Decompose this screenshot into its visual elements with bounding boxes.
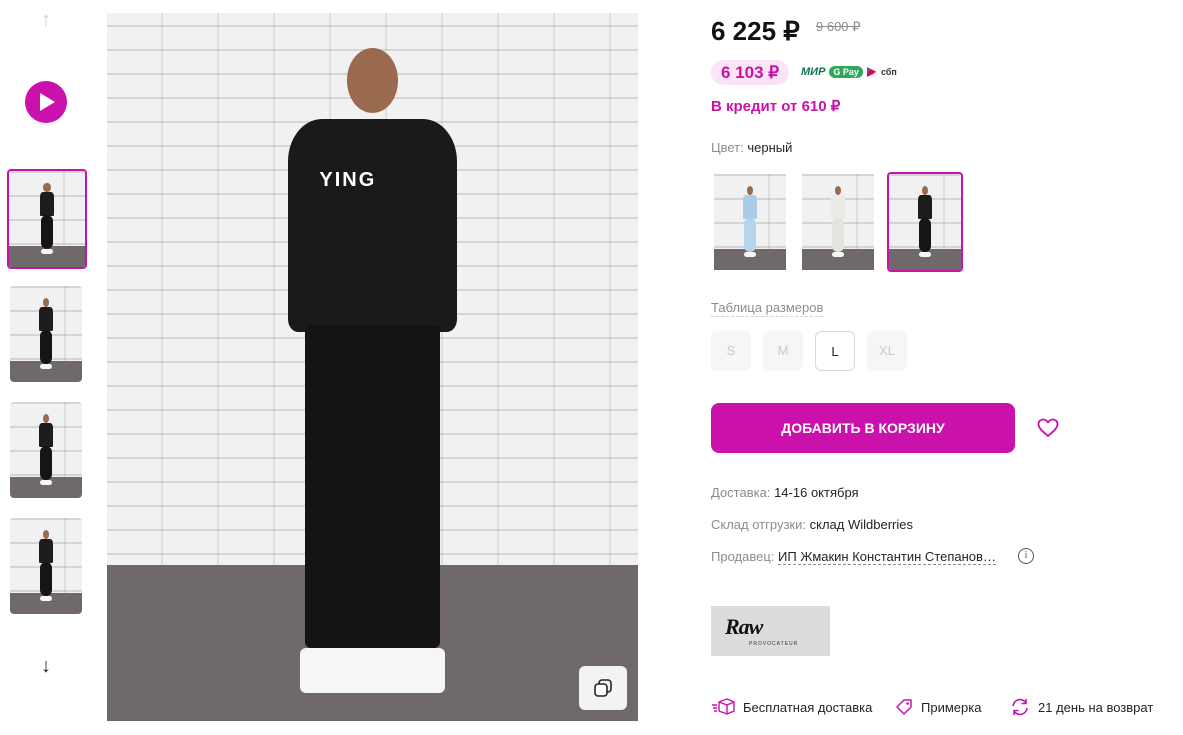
- copy-icon: [594, 679, 612, 697]
- feature-free-delivery[interactable]: Бесплатная доставка: [711, 698, 872, 716]
- color-variant-light-blue[interactable]: [714, 174, 786, 270]
- size-l[interactable]: L: [815, 331, 855, 371]
- tag-icon: [896, 699, 912, 715]
- feature-free-delivery-label: Бесплатная доставка: [743, 699, 873, 715]
- warehouse-value: склад Wildberries: [809, 517, 913, 532]
- size-xl[interactable]: XL: [867, 331, 907, 371]
- size-table-link[interactable]: Таблица размеров: [711, 300, 824, 317]
- return-icon: [1012, 698, 1028, 716]
- payment-icons: МИР G Pay сбп: [801, 66, 897, 78]
- delivery-label: Доставка:: [711, 485, 771, 500]
- arrow-up-icon[interactable]: ↑: [34, 8, 58, 32]
- old-price: 9 600 ₽: [816, 19, 861, 34]
- brand-logo-subtext: PROVOCATEUR: [749, 641, 799, 647]
- thumbnail-1[interactable]: [7, 169, 87, 269]
- size-s[interactable]: S: [711, 331, 751, 371]
- sbp-label: сбп: [880, 67, 897, 77]
- color-value: черный: [747, 140, 793, 155]
- credit-offer[interactable]: В кредит от 610 ₽: [711, 97, 840, 115]
- color-label: Цвет: черный: [711, 140, 792, 155]
- copy-button[interactable]: [579, 666, 627, 710]
- brand-logo[interactable]: Raw PROVOCATEUR: [711, 606, 830, 656]
- warehouse-row: Склад отгрузки: склад Wildberries: [711, 517, 913, 532]
- feature-fitting[interactable]: Примерка: [895, 698, 981, 716]
- color-label-text: Цвет:: [711, 140, 744, 155]
- color-variant-white[interactable]: [802, 174, 874, 270]
- feature-return[interactable]: 21 день на возврат: [1010, 698, 1153, 716]
- info-icon[interactable]: i: [1018, 548, 1034, 564]
- gpay-icon: G Pay: [829, 66, 863, 78]
- current-price: 6 225 ₽: [711, 16, 800, 46]
- add-to-cart-button[interactable]: ДОБАВИТЬ В КОРЗИНУ: [711, 403, 1015, 453]
- seller-row: Продавец: ИП Жмакин Константин Степанов…: [711, 549, 996, 565]
- brand-logo-text: Raw: [725, 614, 763, 639]
- hoodie-print-text: YING: [319, 168, 377, 191]
- thumbnail-3[interactable]: [10, 402, 82, 498]
- box-icon: [712, 698, 735, 715]
- play-icon: [40, 93, 55, 111]
- favorite-button[interactable]: [1036, 416, 1060, 440]
- thumbnail-2[interactable]: [10, 286, 82, 382]
- heart-icon: [1037, 418, 1059, 438]
- delivery-value: 14-16 октября: [774, 485, 859, 500]
- arrow-down-icon[interactable]: ↓: [34, 654, 58, 678]
- delivery-row: Доставка: 14-16 октября: [711, 485, 859, 500]
- wallet-price-badge: 6 103 ₽: [711, 60, 790, 85]
- feature-fitting-label: Примерка: [921, 699, 982, 715]
- mir-icon: МИР: [801, 66, 826, 78]
- play-video-button[interactable]: [25, 81, 67, 123]
- feature-return-label: 21 день на возврат: [1038, 699, 1154, 715]
- color-variant-black[interactable]: [887, 172, 963, 272]
- seller-label: Продавец:: [711, 549, 775, 564]
- sbp-icon: [866, 67, 877, 77]
- size-m[interactable]: M: [763, 331, 803, 371]
- main-product-image[interactable]: YING: [107, 13, 638, 721]
- warehouse-label: Склад отгрузки:: [711, 517, 806, 532]
- thumbnail-4[interactable]: [10, 518, 82, 614]
- seller-link[interactable]: ИП Жмакин Константин Степанов…: [778, 549, 996, 565]
